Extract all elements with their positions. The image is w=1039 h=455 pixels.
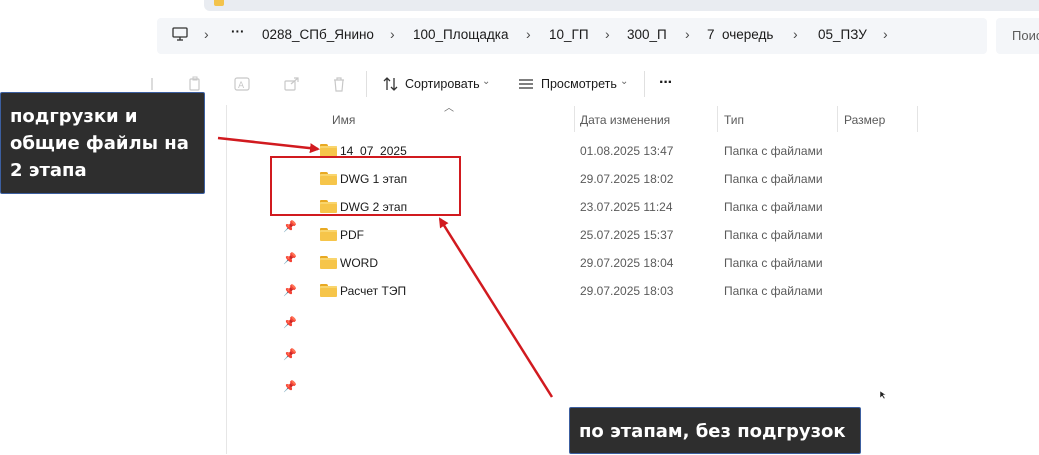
chevron-right-icon: ›: [390, 26, 395, 42]
file-type: Папка с файлами: [724, 172, 823, 186]
pin-icon[interactable]: 📌: [283, 252, 297, 265]
file-type: Папка с файлами: [724, 200, 823, 214]
column-divider[interactable]: [574, 106, 575, 132]
pin-icon[interactable]: 📌: [283, 316, 297, 329]
mouse-cursor-icon: [879, 387, 887, 405]
breadcrumb-item[interactable]: 300_П: [627, 27, 667, 42]
breadcrumb-item[interactable]: 100_Площадка: [413, 27, 508, 42]
breadcrumb-item[interactable]: 0288_СПб_Янино: [262, 27, 374, 42]
file-name: WORD: [340, 256, 378, 270]
copy-icon[interactable]: [187, 76, 203, 92]
tab-bar: [204, 0, 1039, 11]
pin-icon[interactable]: 📌: [283, 220, 297, 233]
chevron-down-icon: ⌄: [482, 76, 491, 87]
chevron-right-icon: ›: [605, 26, 610, 42]
new-icon[interactable]: [144, 76, 160, 92]
annotation-line: подгрузки и: [10, 106, 138, 127]
column-header-date[interactable]: Дата изменения: [580, 113, 670, 127]
more-options-button[interactable]: ···: [659, 74, 673, 92]
sort-ascending-icon: ︿: [444, 103, 454, 114]
search-placeholder: Поис: [1012, 28, 1039, 43]
toolbar-divider: [366, 71, 367, 97]
column-header-size[interactable]: Размер: [844, 113, 885, 127]
file-name: Расчет ТЭП: [340, 284, 407, 298]
breadcrumb-item[interactable]: 10_ГП: [549, 27, 589, 42]
file-date: 29.07.2025 18:02: [580, 172, 674, 186]
computer-icon[interactable]: [172, 27, 188, 41]
file-type: Папка с файлами: [724, 228, 823, 242]
folder-icon: [320, 228, 337, 241]
list-item[interactable]: PDF 25.07.2025 15:37 Папка с файлами: [300, 221, 920, 249]
svg-text:A: A: [238, 81, 245, 91]
annotation-callout: подгрузки и общие файлы на 2 этапа: [0, 92, 205, 194]
delete-icon[interactable]: [331, 76, 347, 92]
share-icon[interactable]: [284, 76, 300, 92]
folder-icon: [320, 284, 337, 297]
annotation-line: общие файлы на: [10, 133, 189, 154]
file-type: Папка с файлами: [724, 144, 823, 158]
tab-folder-icon[interactable]: [214, 0, 224, 6]
breadcrumb-overflow[interactable]: ···: [231, 24, 245, 39]
file-date: 23.07.2025 11:24: [580, 200, 673, 214]
chevron-right-icon: ›: [685, 26, 690, 42]
pin-icon[interactable]: 📌: [283, 380, 297, 393]
list-item[interactable]: WORD 29.07.2025 18:04 Папка с файлами: [300, 249, 920, 277]
pane-divider: [226, 105, 227, 454]
sort-button[interactable]: Сортировать: [405, 77, 480, 91]
column-header-type[interactable]: Тип: [724, 113, 744, 127]
column-divider[interactable]: [917, 106, 918, 132]
chevron-down-icon: ⌄: [620, 76, 629, 87]
breadcrumb-item[interactable]: 05_ПЗУ: [818, 27, 867, 42]
pin-icon[interactable]: 📌: [283, 284, 297, 297]
file-type: Папка с файлами: [724, 256, 823, 270]
chevron-right-icon: ›: [526, 26, 531, 42]
rename-icon[interactable]: A: [234, 76, 250, 92]
column-divider[interactable]: [837, 106, 838, 132]
view-button[interactable]: Просмотреть: [541, 77, 617, 91]
file-date: 29.07.2025 18:03: [580, 284, 674, 298]
view-icon[interactable]: [518, 76, 534, 92]
column-divider[interactable]: [717, 106, 718, 132]
file-name: PDF: [340, 228, 364, 242]
toolbar-divider: [644, 71, 645, 97]
list-item[interactable]: Расчет ТЭП 29.07.2025 18:03 Папка с файл…: [300, 277, 920, 305]
file-date: 29.07.2025 18:04: [580, 256, 674, 270]
pin-icon[interactable]: 📌: [283, 348, 297, 361]
chevron-right-icon: ›: [883, 26, 888, 42]
annotation-callout: по этапам, без подгрузок: [569, 407, 861, 454]
file-date: 25.07.2025 15:37: [580, 228, 674, 242]
file-type: Папка с файлами: [724, 284, 823, 298]
chevron-right-icon: ›: [793, 26, 798, 42]
annotation-line: 2 этапа: [10, 160, 87, 181]
highlight-box: [270, 156, 461, 216]
sort-icon[interactable]: [383, 76, 399, 92]
file-date: 01.08.2025 13:47: [580, 144, 674, 158]
column-header-name[interactable]: Имя: [332, 113, 355, 127]
chevron-right-icon: ›: [204, 26, 209, 42]
breadcrumb-item[interactable]: 7 очередь: [707, 27, 773, 42]
folder-icon: [320, 256, 337, 269]
